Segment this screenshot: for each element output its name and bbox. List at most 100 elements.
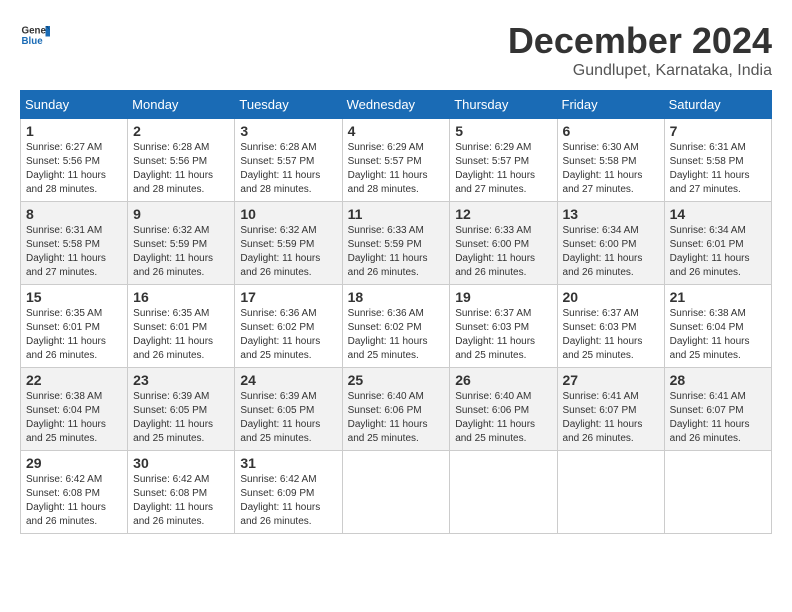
day-info: Sunrise: 6:38 AMSunset: 6:04 PMDaylight:… [26, 390, 122, 446]
day-number: 9 [133, 206, 229, 222]
day-number: 15 [26, 289, 122, 305]
calendar-cell: 9 Sunrise: 6:32 AMSunset: 5:59 PMDaylight… [128, 202, 235, 285]
day-info: Sunrise: 6:37 AMSunset: 6:03 PMDaylight:… [563, 307, 659, 363]
day-number: 20 [563, 289, 659, 305]
day-number: 7 [670, 123, 766, 139]
title-area: December 2024 Gundlupet, Karnataka, Indi… [508, 20, 772, 80]
day-info: Sunrise: 6:36 AMSunset: 6:02 PMDaylight:… [240, 307, 336, 363]
day-number: 19 [455, 289, 551, 305]
day-number: 3 [240, 123, 336, 139]
calendar-cell: 12 Sunrise: 6:33 AMSunset: 6:00 PMDayligh… [450, 202, 557, 285]
calendar-cell: 19 Sunrise: 6:37 AMSunset: 6:03 PMDayligh… [450, 285, 557, 368]
day-info: Sunrise: 6:37 AMSunset: 6:03 PMDaylight:… [455, 307, 551, 363]
day-info: Sunrise: 6:29 AMSunset: 5:57 PMDaylight:… [348, 141, 445, 197]
day-info: Sunrise: 6:28 AMSunset: 5:56 PMDaylight:… [133, 141, 229, 197]
day-info: Sunrise: 6:33 AMSunset: 5:59 PMDaylight:… [348, 224, 445, 280]
calendar-cell: 17 Sunrise: 6:36 AMSunset: 6:02 PMDayligh… [235, 285, 342, 368]
calendar-cell: 29Sunrise: 6:42 AMSunset: 6:08 PMDayligh… [21, 451, 128, 534]
day-number: 25 [348, 372, 445, 388]
day-info: Sunrise: 6:35 AMSunset: 6:01 PMDaylight:… [26, 307, 122, 363]
day-info: Sunrise: 6:35 AMSunset: 6:01 PMDaylight:… [133, 307, 229, 363]
calendar-cell: 4 Sunrise: 6:29 AMSunset: 5:57 PMDaylight… [342, 119, 450, 202]
calendar-cell: 26 Sunrise: 6:40 AMSunset: 6:06 PMDayligh… [450, 368, 557, 451]
day-number: 10 [240, 206, 336, 222]
day-number: 11 [348, 206, 445, 222]
day-number: 1 [26, 123, 122, 139]
day-info: Sunrise: 6:27 AMSunset: 5:56 PMDaylight:… [26, 141, 122, 197]
day-info: Sunrise: 6:36 AMSunset: 6:02 PMDaylight:… [348, 307, 445, 363]
day-info: Sunrise: 6:31 AMSunset: 5:58 PMDaylight:… [26, 224, 122, 280]
day-info: Sunrise: 6:32 AMSunset: 5:59 PMDaylight:… [133, 224, 229, 280]
day-info: Sunrise: 6:41 AMSunset: 6:07 PMDaylight:… [670, 390, 766, 446]
week-row-2: 8 Sunrise: 6:31 AMSunset: 5:58 PMDaylight… [21, 202, 772, 285]
day-number: 31 [240, 455, 336, 471]
calendar-cell: 3 Sunrise: 6:28 AMSunset: 5:57 PMDaylight… [235, 119, 342, 202]
calendar-cell: 11 Sunrise: 6:33 AMSunset: 5:59 PMDayligh… [342, 202, 450, 285]
calendar-cell: 10 Sunrise: 6:32 AMSunset: 5:59 PMDayligh… [235, 202, 342, 285]
weekday-header-friday: Friday [557, 91, 664, 119]
day-number: 12 [455, 206, 551, 222]
calendar-cell: 16 Sunrise: 6:35 AMSunset: 6:01 PMDayligh… [128, 285, 235, 368]
calendar-cell [342, 451, 450, 534]
calendar-cell: 24 Sunrise: 6:39 AMSunset: 6:05 PMDayligh… [235, 368, 342, 451]
week-row-3: 15 Sunrise: 6:35 AMSunset: 6:01 PMDayligh… [21, 285, 772, 368]
day-info: Sunrise: 6:39 AMSunset: 6:05 PMDaylight:… [133, 390, 229, 446]
logo-icon: General Blue [20, 20, 50, 50]
calendar-cell: 13Sunrise: 6:34 AMSunset: 6:00 PMDayligh… [557, 202, 664, 285]
calendar-cell: 20 Sunrise: 6:37 AMSunset: 6:03 PMDayligh… [557, 285, 664, 368]
day-info: Sunrise: 6:41 AMSunset: 6:07 PMDaylight:… [563, 390, 659, 446]
calendar-cell: 22Sunrise: 6:38 AMSunset: 6:04 PMDayligh… [21, 368, 128, 451]
calendar-cell: 25Sunrise: 6:40 AMSunset: 6:06 PMDayligh… [342, 368, 450, 451]
day-info: Sunrise: 6:42 AMSunset: 6:09 PMDaylight:… [240, 473, 336, 529]
day-number: 4 [348, 123, 445, 139]
day-number: 13 [563, 206, 659, 222]
weekday-header-thursday: Thursday [450, 91, 557, 119]
day-info: Sunrise: 6:40 AMSunset: 6:06 PMDaylight:… [455, 390, 551, 446]
calendar-cell: 23 Sunrise: 6:39 AMSunset: 6:05 PMDayligh… [128, 368, 235, 451]
day-number: 24 [240, 372, 336, 388]
calendar-table: SundayMondayTuesdayWednesdayThursdayFrid… [20, 90, 772, 534]
calendar-cell [450, 451, 557, 534]
day-number: 2 [133, 123, 229, 139]
day-info: Sunrise: 6:38 AMSunset: 6:04 PMDaylight:… [670, 307, 766, 363]
day-number: 6 [563, 123, 659, 139]
calendar-cell: 8 Sunrise: 6:31 AMSunset: 5:58 PMDaylight… [21, 202, 128, 285]
weekday-header-saturday: Saturday [664, 91, 771, 119]
calendar-cell: 5Sunrise: 6:29 AMSunset: 5:57 PMDaylight… [450, 119, 557, 202]
calendar-cell: 21 Sunrise: 6:38 AMSunset: 6:04 PMDayligh… [664, 285, 771, 368]
calendar-cell: 2 Sunrise: 6:28 AMSunset: 5:56 PMDaylight… [128, 119, 235, 202]
calendar-cell: 30Sunrise: 6:42 AMSunset: 6:08 PMDayligh… [128, 451, 235, 534]
month-title: December 2024 [508, 20, 772, 62]
weekday-header-sunday: Sunday [21, 91, 128, 119]
day-number: 23 [133, 372, 229, 388]
day-number: 26 [455, 372, 551, 388]
calendar-cell: 15 Sunrise: 6:35 AMSunset: 6:01 PMDayligh… [21, 285, 128, 368]
calendar-cell [557, 451, 664, 534]
header: General Blue December 2024 Gundlupet, Ka… [20, 20, 772, 80]
day-number: 17 [240, 289, 336, 305]
day-number: 21 [670, 289, 766, 305]
day-number: 5 [455, 123, 551, 139]
day-number: 29 [26, 455, 122, 471]
calendar-cell: 6Sunrise: 6:30 AMSunset: 5:58 PMDaylight… [557, 119, 664, 202]
day-number: 18 [348, 289, 445, 305]
week-row-4: 22Sunrise: 6:38 AMSunset: 6:04 PMDayligh… [21, 368, 772, 451]
calendar-cell: 27 Sunrise: 6:41 AMSunset: 6:07 PMDayligh… [557, 368, 664, 451]
day-number: 27 [563, 372, 659, 388]
day-info: Sunrise: 6:34 AMSunset: 6:01 PMDaylight:… [670, 224, 766, 280]
calendar-cell: 28Sunrise: 6:41 AMSunset: 6:07 PMDayligh… [664, 368, 771, 451]
day-info: Sunrise: 6:33 AMSunset: 6:00 PMDaylight:… [455, 224, 551, 280]
calendar-cell [664, 451, 771, 534]
day-info: Sunrise: 6:28 AMSunset: 5:57 PMDaylight:… [240, 141, 336, 197]
day-number: 16 [133, 289, 229, 305]
day-info: Sunrise: 6:32 AMSunset: 5:59 PMDaylight:… [240, 224, 336, 280]
logo: General Blue [20, 20, 50, 50]
calendar-cell: 31 Sunrise: 6:42 AMSunset: 6:09 PMDayligh… [235, 451, 342, 534]
calendar-cell: 1 Sunrise: 6:27 AMSunset: 5:56 PMDaylight… [21, 119, 128, 202]
day-number: 8 [26, 206, 122, 222]
weekday-header-tuesday: Tuesday [235, 91, 342, 119]
calendar-cell: 18 Sunrise: 6:36 AMSunset: 6:02 PMDayligh… [342, 285, 450, 368]
location-subtitle: Gundlupet, Karnataka, India [508, 62, 772, 80]
day-info: Sunrise: 6:39 AMSunset: 6:05 PMDaylight:… [240, 390, 336, 446]
day-number: 30 [133, 455, 229, 471]
